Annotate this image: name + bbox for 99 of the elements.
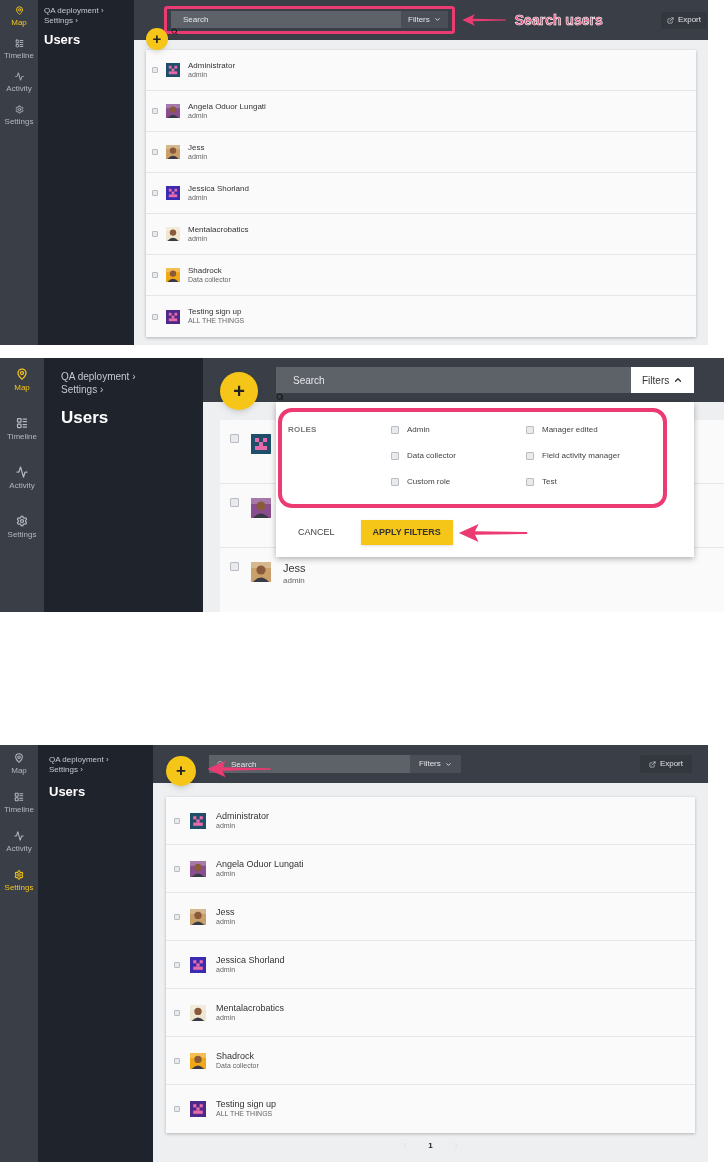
filters-button[interactable]: Filters xyxy=(401,11,448,28)
page-title: Users xyxy=(44,31,82,49)
user-name: Testing sign up xyxy=(216,1099,277,1111)
checkbox[interactable] xyxy=(152,108,158,114)
nav-item[interactable]: Settings xyxy=(4,105,34,138)
checkbox[interactable] xyxy=(152,313,158,320)
checkbox[interactable] xyxy=(391,426,399,434)
user-name: Jess xyxy=(216,906,236,918)
annotation-label: Search users xyxy=(514,10,603,30)
checkbox[interactable] xyxy=(152,272,158,278)
pulse-icon xyxy=(14,72,24,81)
checkbox[interactable] xyxy=(152,190,158,196)
checkbox[interactable] xyxy=(152,67,158,73)
add-button[interactable]: + xyxy=(146,28,168,50)
user-name: Shadrock xyxy=(188,265,223,276)
annotation-arrow xyxy=(460,13,507,27)
user-name: Mentalacrobatics xyxy=(188,224,249,235)
filters-button[interactable]: Filters xyxy=(410,755,461,773)
user-name: Jess xyxy=(188,142,206,153)
caret-icon xyxy=(444,760,452,768)
user-name: Shadrock xyxy=(216,1050,256,1062)
checkbox[interactable] xyxy=(174,913,180,920)
checkbox[interactable] xyxy=(174,1106,180,1112)
page-title: Users xyxy=(49,783,87,801)
search-field[interactable]: Search xyxy=(276,367,631,393)
checkbox[interactable] xyxy=(230,434,239,443)
user-name: Testing sign up xyxy=(188,307,243,318)
settings-icon xyxy=(14,870,24,880)
role-label: Data collector xyxy=(407,450,456,462)
user-name: Administrator xyxy=(188,60,236,71)
checkbox[interactable] xyxy=(174,1057,180,1064)
checkbox[interactable] xyxy=(391,452,399,460)
page-title: Users xyxy=(61,407,110,429)
map-pin-icon xyxy=(16,368,28,380)
list-icon xyxy=(14,792,24,802)
checkbox[interactable] xyxy=(526,478,534,486)
breadcrumb-link[interactable]: Settings › xyxy=(44,16,128,26)
role-label: Manager edited xyxy=(542,424,598,436)
breadcrumb-link[interactable]: QA deployment › xyxy=(44,6,128,16)
user-role: admin xyxy=(283,575,306,586)
nav-item[interactable]: Activity xyxy=(6,72,32,105)
checkbox[interactable] xyxy=(526,426,534,434)
checkbox[interactable] xyxy=(174,961,180,968)
map-pin-icon xyxy=(14,753,24,763)
checkbox[interactable] xyxy=(230,498,239,507)
nav-item[interactable]: Timeline xyxy=(4,39,34,72)
user-row[interactable]: Jess admin xyxy=(220,548,724,612)
nav-item[interactable]: Map xyxy=(11,6,27,39)
export-icon xyxy=(648,760,656,768)
filters-button[interactable]: Filters xyxy=(631,367,695,393)
user-name: Jess xyxy=(283,562,306,576)
nav-item[interactable]: Activity xyxy=(6,831,32,870)
checkbox[interactable] xyxy=(152,231,158,237)
caret-icon xyxy=(673,375,684,385)
list-icon xyxy=(14,39,24,48)
breadcrumb-link[interactable]: QA deployment › xyxy=(49,755,142,765)
breadcrumb-link[interactable]: Settings › xyxy=(61,383,186,396)
nav-item[interactable]: Settings xyxy=(7,515,37,564)
nav-item[interactable]: Map xyxy=(14,368,30,417)
nav-item[interactable]: Activity xyxy=(9,466,35,515)
pulse-icon xyxy=(16,466,28,478)
user-name: Jessica Shorland xyxy=(188,183,249,194)
search-field[interactable]: Search xyxy=(209,755,410,773)
role-label: Admin xyxy=(407,424,430,436)
checkbox[interactable] xyxy=(230,562,239,571)
export-button[interactable]: Export xyxy=(660,11,707,29)
checkbox[interactable] xyxy=(526,452,534,460)
search-field[interactable]: Search xyxy=(171,11,401,28)
role-label: Field activity manager xyxy=(542,450,620,462)
role-label: Test xyxy=(542,476,557,488)
settings-icon xyxy=(14,105,24,114)
user-name: Angela Oduor Lungati xyxy=(188,101,266,112)
cancel-button[interactable]: CANCEL xyxy=(298,520,335,545)
caret-icon xyxy=(433,16,441,23)
checkbox[interactable] xyxy=(174,865,180,872)
checkbox[interactable] xyxy=(152,149,158,155)
apply-filters-button[interactable]: APPLY FILTERS xyxy=(360,520,453,545)
nav-item[interactable]: Timeline xyxy=(7,417,37,466)
export-icon xyxy=(666,16,674,24)
user-name: Jessica Shorland xyxy=(216,954,285,966)
roles-heading: ROLES xyxy=(288,424,318,436)
checkbox[interactable] xyxy=(391,478,399,486)
pulse-icon xyxy=(14,831,24,841)
nav-item[interactable]: Map xyxy=(11,753,27,792)
user-name: Angela Oduor Lungati xyxy=(216,858,304,870)
checkbox[interactable] xyxy=(174,1009,180,1016)
breadcrumb-link[interactable]: QA deployment › xyxy=(61,370,186,383)
page-number[interactable]: 1 xyxy=(428,1139,433,1152)
role-label: Custom role xyxy=(407,476,451,488)
settings-icon xyxy=(16,515,28,527)
user-name: Administrator xyxy=(216,810,269,822)
checkbox[interactable] xyxy=(174,817,180,824)
export-button[interactable]: Export xyxy=(639,755,692,773)
breadcrumb-link[interactable]: Settings › xyxy=(49,765,142,775)
map-pin-icon xyxy=(14,6,24,15)
nav-item[interactable]: Settings xyxy=(4,870,34,909)
list-icon xyxy=(16,417,28,429)
nav-item[interactable]: Timeline xyxy=(4,792,34,831)
user-name: Mentalacrobatics xyxy=(216,1002,285,1014)
